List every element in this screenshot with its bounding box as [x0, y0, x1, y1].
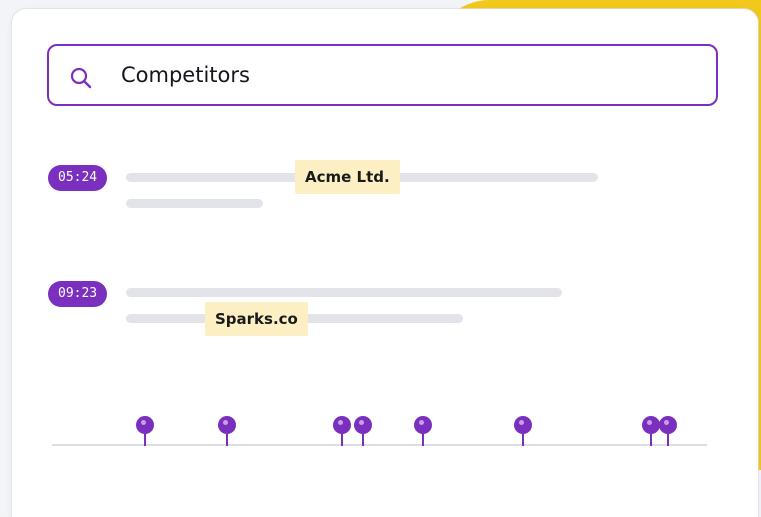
timeline-marker-pin[interactable] — [659, 416, 677, 446]
pin-stem — [522, 432, 524, 446]
pin-stem — [226, 432, 228, 446]
transcript-line — [126, 288, 562, 297]
timeline-marker-pin[interactable] — [414, 416, 432, 446]
timeline-marker-pin[interactable] — [642, 416, 660, 446]
timeline-marker-pin[interactable] — [354, 416, 372, 446]
search-icon — [70, 67, 92, 89]
transcript-line — [126, 199, 263, 208]
timeline-marker-pin[interactable] — [333, 416, 351, 446]
pin-head — [354, 416, 372, 434]
pin-head — [136, 416, 154, 434]
timeline-marker-pin[interactable] — [514, 416, 532, 446]
pin-head — [642, 416, 660, 434]
keyword-highlight[interactable]: Sparks.co — [205, 302, 308, 336]
timestamp-badge[interactable]: 05:24 — [48, 165, 108, 191]
pin-head — [333, 416, 351, 434]
pin-stem — [144, 432, 146, 446]
timestamp-badge[interactable]: 09:23 — [48, 281, 108, 307]
pin-stem — [362, 432, 364, 446]
pin-head — [218, 416, 236, 434]
pin-stem — [667, 432, 669, 446]
timeline-marker-pin[interactable] — [218, 416, 236, 446]
pin-head — [659, 416, 677, 434]
search-input[interactable] — [121, 46, 681, 104]
keyword-highlight[interactable]: Acme Ltd. — [295, 160, 400, 194]
pin-head — [414, 416, 432, 434]
search-bar[interactable] — [47, 44, 718, 106]
stage: 05:24 Acme Ltd. 09:23 Sparks.co — [0, 0, 761, 517]
timeline-marker-pin[interactable] — [136, 416, 154, 446]
pin-stem — [341, 432, 343, 446]
pin-stem — [422, 432, 424, 446]
pin-stem — [650, 432, 652, 446]
pin-head — [514, 416, 532, 434]
